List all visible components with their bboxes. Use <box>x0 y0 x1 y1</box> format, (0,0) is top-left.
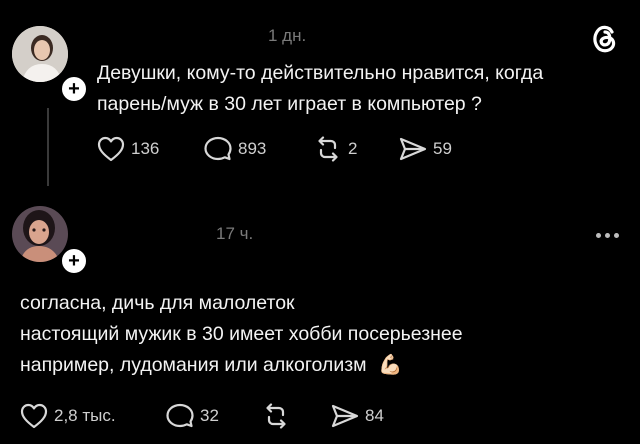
like-count: 136 <box>131 139 160 158</box>
send-icon <box>331 404 359 428</box>
repost-arrows-icon <box>266 403 286 429</box>
thread-line <box>47 108 49 186</box>
reply-count: 893 <box>238 139 267 158</box>
avatar-image <box>12 26 68 82</box>
reply-count: 32 <box>200 406 219 425</box>
reply-button[interactable]: 893 <box>204 136 266 162</box>
post-timestamp: 1 дн. <box>268 26 307 45</box>
post-text: Девушки, кому-то действительно нравится,… <box>97 58 617 120</box>
comment-bubble-icon <box>166 403 194 428</box>
follow-plus-icon[interactable]: + <box>59 246 89 276</box>
reply-button[interactable]: 32 <box>166 403 219 429</box>
reply-text-line: например, лудомания или алкоголизм 💪🏻 <box>20 354 403 376</box>
reply-timestamp: 17 ч. <box>216 224 254 243</box>
like-button[interactable]: 2,8 тыс. <box>20 403 116 429</box>
post-text-line: парень/муж в 30 лет играет в компьютер ? <box>97 93 482 115</box>
avatar[interactable] <box>12 26 68 82</box>
comment-bubble-icon <box>204 136 232 161</box>
threads-logo-icon[interactable] <box>590 22 620 59</box>
heart-icon <box>20 403 48 429</box>
like-count: 2,8 тыс. <box>54 406 116 425</box>
repost-count: 2 <box>348 139 358 158</box>
share-count: 59 <box>433 139 452 158</box>
follow-plus-icon[interactable]: + <box>59 74 89 104</box>
more-dots-icon[interactable] <box>596 233 619 238</box>
share-count: 84 <box>365 406 384 425</box>
share-button[interactable]: 84 <box>331 403 384 429</box>
repost-button[interactable] <box>262 403 290 429</box>
reply-text: согласна, дичь для малолеток настоящий м… <box>20 288 620 381</box>
repost-button[interactable]: 2 <box>314 136 357 162</box>
share-button[interactable]: 59 <box>399 136 452 162</box>
heart-icon <box>97 136 125 162</box>
like-button[interactable]: 136 <box>97 136 159 162</box>
reply-text-line: настоящий мужик в 30 имеет хобби посерье… <box>20 323 463 345</box>
reply-text-line: согласна, дичь для малолеток <box>20 292 295 314</box>
repost-arrows-icon <box>318 136 338 162</box>
flexed-biceps-emoji: 💪🏻 <box>377 354 403 376</box>
post-text-line: Девушки, кому-то действительно нравится,… <box>97 62 544 84</box>
send-icon <box>399 137 427 161</box>
